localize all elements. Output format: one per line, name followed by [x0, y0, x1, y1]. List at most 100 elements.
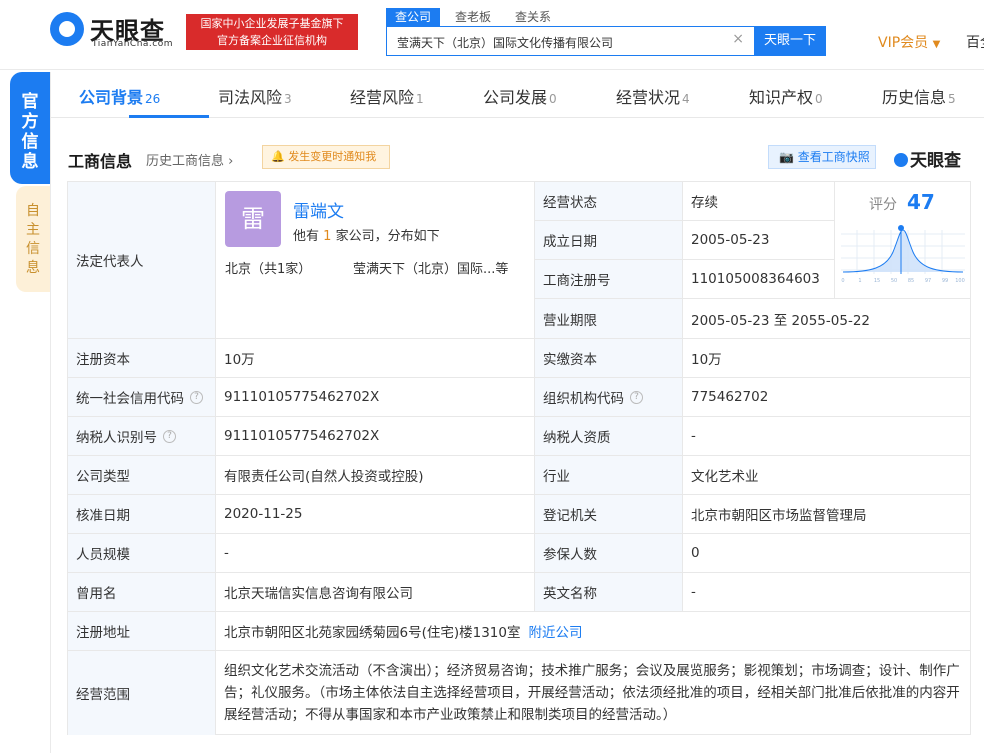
help-icon[interactable]: ? [630, 390, 643, 404]
scope-value: 组织文化艺术交流活动（不含演出）；经济贸易咨询；技术推广服务；会议及展览服务；影… [224, 663, 960, 723]
chevron-down-icon: ▼ [932, 39, 941, 50]
status-value: 存续 [683, 182, 835, 221]
legal-rep-label: 法定代表人 [68, 182, 216, 339]
watermark-logo: 天眼查 [894, 146, 961, 171]
history-link[interactable]: 历史工商信息 › [146, 150, 233, 169]
side-tab-official[interactable]: 官方信息 [10, 72, 50, 184]
term-label: 营业期限 [535, 299, 683, 339]
section-nav: 公司背景 26 司法风险 3 经营风险 1 公司发展 0 经营状况 4 知识产权 0 历史信… [51, 72, 984, 118]
vip-label: VIP会员 [878, 35, 929, 51]
tab-count: 0 [549, 92, 557, 106]
credit-code-label-text: 统一社会信用代码 [76, 391, 184, 407]
english-name-label: 英文名称 [535, 573, 683, 612]
tab-label: 历史信息 [882, 88, 947, 107]
search-tab-relation[interactable]: 查关系 [506, 8, 560, 26]
search-input[interactable]: 莹满天下（北京）国际文化传播有限公司 × [386, 26, 754, 56]
staff-size-label: 人员规模 [68, 534, 216, 573]
score-tick: 85 [908, 278, 914, 284]
legal-rep-desc: 他有 1 家公司，分布如下 [293, 225, 440, 244]
help-icon[interactable]: ? [190, 390, 203, 404]
tab-label: 公司发展 [483, 88, 548, 107]
tab-count: 4 [682, 92, 690, 106]
search-tab-company[interactable]: 查公司 [386, 8, 441, 26]
founded-value: 2005-05-23 [683, 221, 835, 260]
legal-rep-desc-suffix: 家公司，分布如下 [335, 229, 440, 244]
org-code-label-text: 组织机构代码 [543, 391, 624, 407]
tab-intellectual-property[interactable]: 知识产权 0 [749, 84, 823, 108]
logo-eye-icon [50, 12, 84, 46]
logo-subtext: TianYanCha.com [92, 39, 174, 49]
legal-rep-company[interactable]: 莹满天下（北京）国际...等 [353, 258, 508, 277]
avatar[interactable]: 雷 [225, 191, 281, 247]
insured-label: 参保人数 [535, 534, 683, 573]
approve-date-label: 核准日期 [68, 495, 216, 534]
side-tab-self-label: 自主信息 [26, 203, 40, 276]
capital-value: 10万 [216, 339, 535, 378]
address-value: 北京市朝阳区北苑家园绣菊园6号(住宅)楼1310室 附近公司 [216, 612, 971, 651]
reg-no-label: 工商注册号 [535, 260, 683, 299]
tab-count: 3 [284, 92, 292, 106]
score-tick: 15 [874, 278, 880, 284]
approve-date-value: 2020-11-25 [216, 495, 535, 534]
status-label: 经营状态 [535, 182, 683, 221]
tab-count: 26 [145, 92, 161, 106]
search-input-value[interactable]: 莹满天下（北京）国际文化传播有限公司 [397, 34, 613, 51]
tab-company-development[interactable]: 公司发展 0 [483, 84, 557, 108]
search-tab-boss[interactable]: 查老板 [446, 8, 500, 26]
legal-rep-company-count: 1 [323, 229, 332, 244]
score-value: 47 [907, 190, 935, 214]
top-header: 天眼查 TianYanCha.com 国家中小企业发展子基金旗下 官方备案企业征… [0, 0, 984, 70]
reg-no-value: 110105008364603 [683, 260, 835, 299]
tab-label: 经营风险 [350, 88, 415, 107]
legal-rep-name[interactable]: 雷端文 [293, 197, 344, 222]
insured-value: 0 [683, 534, 971, 573]
org-code-value: 775462702 [683, 378, 971, 417]
help-icon[interactable]: ? [163, 429, 176, 443]
nearby-companies-link[interactable]: 附近公司 [528, 621, 582, 641]
history-link-label: 历史工商信息 [146, 154, 225, 169]
former-name-value: 北京天瑞信实信息咨询有限公司 [216, 573, 535, 612]
top-more-link[interactable]: 百全 [966, 32, 984, 52]
tax-id-label: 纳税人识别号? [68, 417, 216, 456]
score-distribution-chart: 0 1 15 50 85 97 99 100 [841, 225, 965, 284]
notify-button[interactable]: 🔔 发生变更时通知我 [262, 145, 390, 169]
tab-history-info[interactable]: 历史信息 5 [882, 84, 956, 108]
tab-count: 5 [948, 92, 956, 106]
clear-icon[interactable]: × [732, 31, 744, 47]
industry-label: 行业 [535, 456, 683, 495]
search-button[interactable]: 天眼一下 [754, 26, 826, 56]
gov-badge-line2: 官方备案企业征信机构 [217, 34, 327, 47]
founded-label: 成立日期 [535, 221, 683, 260]
snapshot-label: 查看工商快照 [797, 150, 870, 164]
chevron-right-icon: › [228, 154, 234, 169]
watermark-text: 天眼查 [910, 151, 961, 171]
score-tick: 97 [925, 278, 931, 284]
vip-menu[interactable]: VIP会员 ▼ [878, 32, 940, 52]
credit-code-label: 统一社会信用代码? [68, 378, 216, 417]
paid-value: 10万 [683, 339, 971, 378]
score-tick: 99 [942, 278, 948, 284]
tab-operating-status[interactable]: 经营状况 4 [616, 84, 690, 108]
tab-business-risk[interactable]: 经营风险 1 [350, 84, 424, 108]
address-label: 注册地址 [68, 612, 216, 651]
snapshot-button[interactable]: 📷 查看工商快照 [768, 145, 876, 169]
capital-label: 注册资本 [68, 339, 216, 378]
industry-value: 文化艺术业 [683, 456, 971, 495]
tianyancha-logo[interactable]: 天眼查 TianYanCha.com [50, 12, 178, 52]
score-tick: 0 [841, 278, 844, 284]
authority-label: 登记机关 [535, 495, 683, 534]
side-tab-self[interactable]: 自主信息 [16, 186, 50, 292]
scope-label: 经营范围 [68, 651, 216, 735]
tax-qual-label: 纳税人资质 [535, 417, 683, 456]
side-tab-official-label: 官方信息 [21, 92, 39, 172]
legal-rep-location[interactable]: 北京（共1家） [225, 258, 311, 277]
score-tick: 1 [858, 278, 861, 284]
search-tabs: 查公司 查老板 查关系 [386, 8, 566, 26]
tab-judicial-risk[interactable]: 司法风险 3 [218, 84, 292, 108]
gov-badge: 国家中小企业发展子基金旗下 官方备案企业征信机构 [186, 14, 358, 50]
authority-value: 北京市朝阳区市场监督管理局 [683, 495, 971, 534]
tax-id-value: 91110105775462702X [216, 417, 535, 456]
tab-company-background[interactable]: 公司背景 26 [79, 84, 160, 108]
score-panel[interactable]: 评分 47 0 1 15 50 85 97 99 100 [835, 182, 970, 299]
english-name-value: - [683, 573, 971, 612]
